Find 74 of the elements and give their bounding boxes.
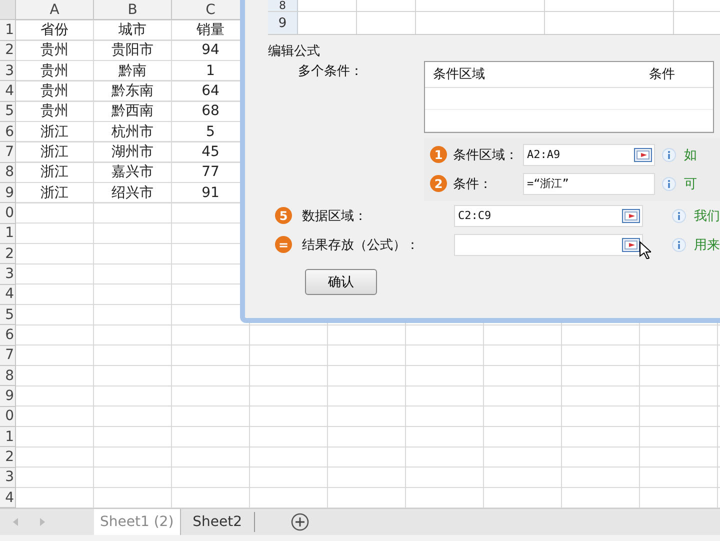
row-header[interactable]: 3: [0, 60, 16, 82]
step-badge: =: [275, 236, 292, 253]
row-header[interactable]: 0: [0, 203, 16, 224]
row-header[interactable]: 6: [0, 325, 16, 346]
step-badge: 5: [275, 207, 292, 224]
row-header[interactable]: 8: [0, 162, 16, 183]
row-header[interactable]: 3: [0, 468, 16, 488]
table-cell: 贵阳市: [94, 40, 172, 61]
hint-text: 如: [684, 146, 697, 164]
column-header: 条件区域: [432, 66, 486, 84]
step-badge: 1: [430, 146, 447, 163]
table-cell: 贵州: [16, 81, 94, 102]
row-header[interactable]: 8: [0, 366, 16, 386]
table-cell: 城市: [94, 20, 172, 41]
row-header[interactable]: 0: [0, 406, 16, 427]
info-icon: [672, 208, 686, 222]
field-label: 多个条件：: [297, 63, 364, 81]
row-header[interactable]: 2: [0, 244, 16, 264]
confirm-button[interactable]: 确认: [305, 269, 377, 295]
hint-text: 可: [684, 176, 697, 192]
row-header: 9: [268, 12, 298, 34]
table-cell: 贵州: [16, 60, 94, 82]
row-header[interactable]: 9: [0, 182, 16, 204]
row-header[interactable]: 6: [0, 122, 16, 142]
row-header[interactable]: 9: [0, 386, 16, 407]
row-header[interactable]: 4: [0, 284, 16, 305]
table-cell: 杭州市: [94, 122, 172, 142]
info-icon: [662, 148, 676, 162]
field-label: 结果存放（公式）：: [301, 236, 420, 254]
hint-text: 用来: [694, 236, 720, 254]
column-header[interactable]: A: [16, 0, 94, 20]
input-field[interactable]: C2:C9: [454, 204, 643, 226]
table-cell: 省份: [16, 20, 94, 41]
info-icon: [662, 176, 676, 190]
table-cell: 黔南: [94, 60, 172, 82]
row-header[interactable]: 1: [0, 426, 16, 448]
table-cell: 绍兴市: [94, 182, 172, 204]
field-label: 数据区域：: [301, 208, 368, 224]
row-header[interactable]: 2: [0, 40, 16, 61]
table-cell: 浙江: [16, 122, 94, 142]
table-cell: 湖州市: [94, 142, 172, 163]
row-header[interactable]: 1: [0, 224, 16, 244]
table-cell: 黔东南: [94, 81, 172, 102]
section-title: 编辑公式: [268, 43, 321, 61]
row-header: 8: [268, 0, 298, 12]
row-header[interactable]: 7: [0, 346, 16, 366]
row-header[interactable]: 3: [0, 264, 16, 285]
field-label: 条件：: [452, 176, 493, 192]
sheet-tab[interactable]: Sheet2: [180, 512, 256, 532]
cursor-icon: [639, 240, 651, 258]
table-cell: 嘉兴市: [94, 162, 172, 183]
column-header: 条件: [649, 66, 675, 84]
row-header[interactable]: 4: [0, 81, 16, 102]
row-header[interactable]: 2: [0, 447, 16, 468]
row-header[interactable]: 5: [0, 304, 16, 326]
row-header[interactable]: 7: [0, 142, 16, 163]
hint-text: 我们: [694, 208, 720, 224]
table-cell: 贵州: [16, 102, 94, 122]
range-picker-icon[interactable]: [622, 238, 640, 252]
sheet-tab[interactable]: Sheet1 (2): [94, 509, 181, 535]
field-label: 条件区域：: [452, 146, 519, 164]
info-icon: [672, 238, 686, 252]
row-header[interactable]: 5: [0, 102, 16, 122]
table-cell: 浙江: [16, 182, 94, 204]
table-cell: 浙江: [16, 142, 94, 163]
table-cell: 贵州: [16, 40, 94, 61]
row-header[interactable]: 4: [0, 488, 16, 508]
input-field[interactable]: A2:A9: [523, 144, 655, 166]
input-field[interactable]: =“浙江”: [523, 172, 655, 194]
table-cell: 浙江: [16, 162, 94, 183]
step-badge: 2: [430, 175, 447, 192]
column-header[interactable]: B: [94, 0, 172, 20]
table-cell: 黔西南: [94, 102, 172, 122]
row-header[interactable]: 1: [0, 20, 16, 41]
